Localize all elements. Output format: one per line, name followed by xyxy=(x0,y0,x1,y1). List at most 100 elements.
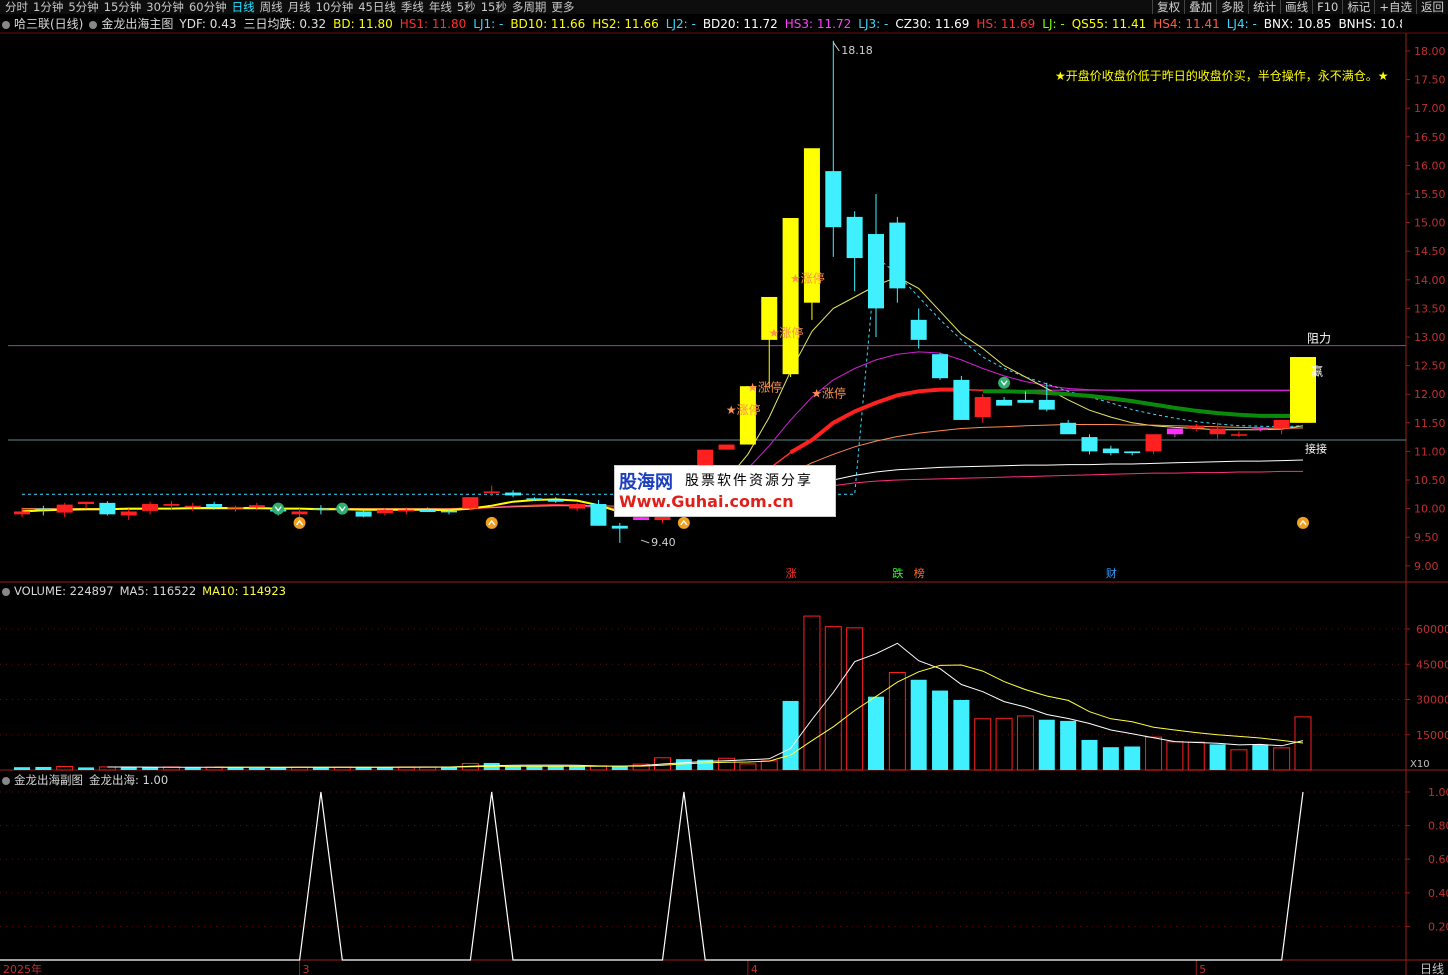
volume-info-line: VOLUME: 224897 MA5: 116522 MA10: 114923 xyxy=(2,582,286,600)
volume-bar-1 xyxy=(35,766,52,770)
indicator-value-9: HS3: 11.72 xyxy=(784,17,852,31)
indicator-value-7: LJ2: - xyxy=(665,17,696,31)
price-axis-label: 9.00 xyxy=(1414,560,1439,573)
candle-body-1 xyxy=(35,508,52,511)
indicator-value-16: LJ4: - xyxy=(1226,17,1257,31)
candle-body-23 xyxy=(505,492,522,496)
price-axis-label: 17.00 xyxy=(1414,102,1446,115)
volume-bar-44 xyxy=(953,699,970,770)
price-axis-label: 15.00 xyxy=(1414,217,1446,230)
indicator-value-3: HS1: 11.80 xyxy=(399,17,467,31)
indicator-value-11: CZ30: 11.69 xyxy=(895,17,970,31)
candle-body-14 xyxy=(312,508,329,511)
volume-bar-11 xyxy=(248,767,265,770)
candle-body-17 xyxy=(376,509,393,514)
candle-body-25 xyxy=(547,500,564,502)
candle-body-36 xyxy=(782,218,799,375)
sub-chart-value: 金龙出海: 1.00 xyxy=(89,773,169,787)
strategy-notice: ★开盘价收盘价低于昨日的收盘价买，半仓操作，永不满仓。★ xyxy=(1055,69,1389,83)
candle-body-6 xyxy=(142,504,159,511)
price-axis-label: 10.50 xyxy=(1414,474,1446,487)
price-axis-label: 12.00 xyxy=(1414,388,1446,401)
buy-signal-icon xyxy=(485,516,498,529)
candle-body-57 xyxy=(1230,434,1247,436)
volume-bar-55 xyxy=(1187,741,1205,771)
volume-bar-47 xyxy=(1016,715,1034,771)
volume-menu-icon[interactable] xyxy=(2,587,10,596)
stock-title: 哈三联(日线) xyxy=(14,17,84,31)
event-marker: 跌 xyxy=(892,566,903,580)
volume-ma5-line xyxy=(107,642,1304,768)
volume-bar-3 xyxy=(78,767,95,770)
limit-up-label: ★涨停 xyxy=(769,325,804,340)
price-axis-label: 15.50 xyxy=(1414,188,1446,201)
volume-bar-35 xyxy=(760,760,778,771)
candle-body-46 xyxy=(996,399,1013,406)
candle-body-39 xyxy=(846,216,863,259)
volume-bar-53 xyxy=(1145,736,1163,771)
volume-bar-37 xyxy=(803,615,821,771)
volume-bar-51 xyxy=(1102,747,1119,770)
volume-bar-39 xyxy=(846,627,864,771)
candle-body-27 xyxy=(590,504,607,526)
candle-body-11 xyxy=(248,505,265,508)
price-axis-label: 13.00 xyxy=(1414,331,1446,344)
low-price-pointer xyxy=(640,539,650,544)
candle-body-33 xyxy=(718,444,735,450)
low-price-label: 9.40 xyxy=(651,536,676,549)
candle-body-3 xyxy=(78,501,95,505)
candle-body-10 xyxy=(227,506,244,509)
price-axis-label: 11.50 xyxy=(1414,417,1446,430)
date-axis-label: 3 xyxy=(303,963,310,975)
indicator-value-10: LJ3: - xyxy=(858,17,889,31)
candle-body-9 xyxy=(206,504,223,507)
watermark-url: Www.Guhai.com.cn xyxy=(619,492,794,511)
indicator-menu-icon[interactable] xyxy=(89,20,98,29)
candle-body-2 xyxy=(56,504,73,513)
volume-bar-0 xyxy=(14,767,30,770)
sub-axis-label: 0.80 xyxy=(1428,820,1448,833)
period-label: 日线 xyxy=(1420,962,1444,975)
sub-chart-menu-icon[interactable] xyxy=(2,776,10,785)
buy-signal-circle xyxy=(1297,516,1309,529)
indicator-value-4: LJ1: - xyxy=(473,17,504,31)
limit-up-label: ★涨停 xyxy=(747,379,782,394)
volume-axis-label: 60000 xyxy=(1416,623,1448,636)
candle-body-21 xyxy=(462,497,479,509)
volume-bar-54 xyxy=(1166,741,1184,771)
collapse-icon[interactable] xyxy=(2,20,10,29)
sell-signal-circle xyxy=(272,502,285,515)
volume-axis-label: 15000 xyxy=(1416,729,1448,742)
price-axis-label: 13.50 xyxy=(1414,302,1446,315)
ma10-label: MA10: 114923 xyxy=(202,584,286,598)
buy-signal-icon xyxy=(293,516,306,529)
volume-bar-60 xyxy=(1294,716,1312,771)
candle-body-7 xyxy=(163,504,180,506)
sub-chart-info-line: 金龙出海副图 金龙出海: 1.00 xyxy=(2,771,168,789)
candle-body-50 xyxy=(1081,437,1098,452)
candle-body-4 xyxy=(99,502,116,515)
volume-label: VOLUME: 224897 xyxy=(14,584,114,598)
indicator-name[interactable]: 金龙出海主图 xyxy=(101,17,173,31)
buy-signal-circle xyxy=(677,516,690,529)
candle-body-19 xyxy=(419,509,436,513)
sell-signal-label: 赢 xyxy=(1311,363,1323,378)
event-marker: 财 xyxy=(1106,566,1117,580)
price-axis-label: 17.50 xyxy=(1414,74,1446,87)
indicator-value-6: HS2: 11.66 xyxy=(592,17,659,31)
candle-body-48 xyxy=(1038,399,1055,410)
sell-signal-icon xyxy=(272,502,285,515)
volume-bar-2 xyxy=(56,765,74,771)
limit-up-label: ★涨停 xyxy=(811,386,846,401)
indicator-value-2: BD: 11.80 xyxy=(333,17,393,31)
volume-bar-46 xyxy=(995,717,1013,771)
jinlong-signal-line xyxy=(0,791,1304,961)
indicator-value-8: BD20: 11.72 xyxy=(702,17,778,31)
volume-bar-45 xyxy=(974,718,992,771)
price-axis-label: 9.50 xyxy=(1414,531,1439,544)
ma5-label: MA5: 116522 xyxy=(119,584,197,598)
sub-chart-title[interactable]: 金龙出海副图 xyxy=(14,773,83,787)
buy-signal-circle xyxy=(293,516,306,529)
candle-body-16 xyxy=(355,511,372,517)
price-axis-label: 18.00 xyxy=(1414,45,1446,58)
